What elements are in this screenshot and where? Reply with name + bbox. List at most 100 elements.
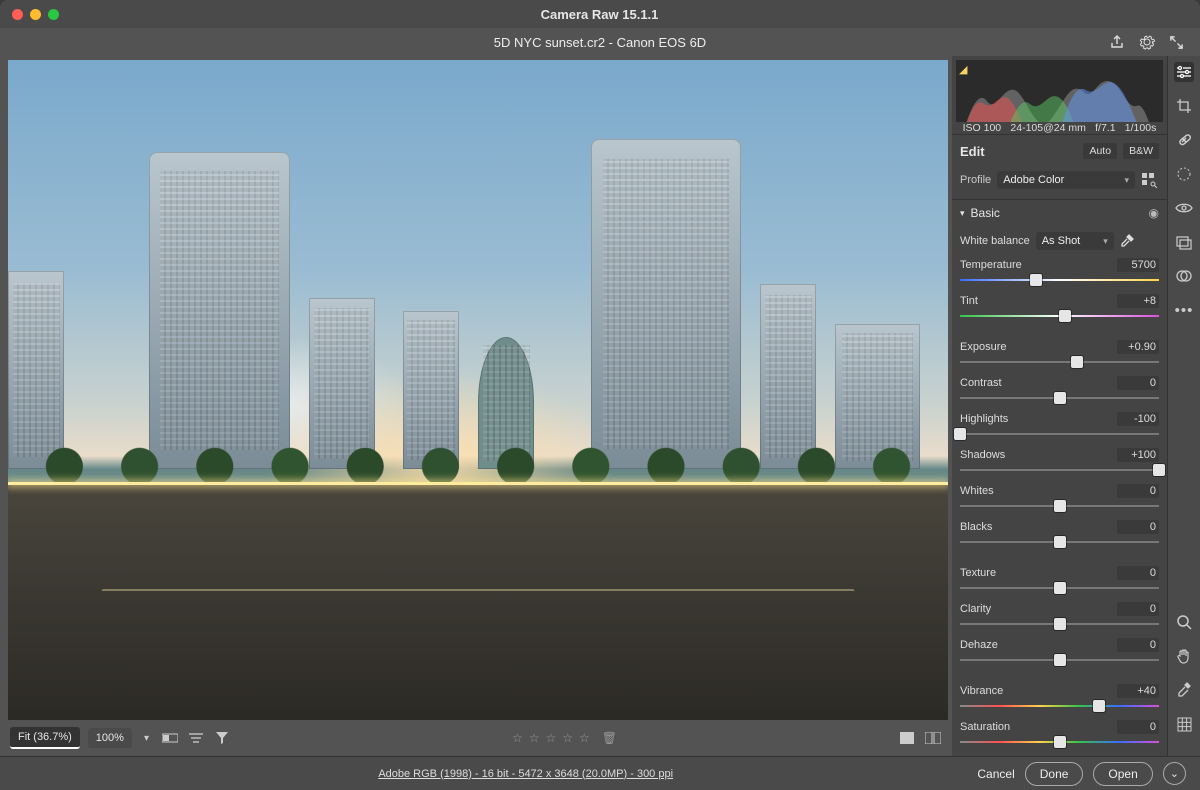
shadows-value[interactable]: +100 xyxy=(1117,448,1159,462)
fullscreen-icon[interactable] xyxy=(1169,35,1184,50)
minimize-window-button[interactable] xyxy=(30,9,41,20)
wb-value: As Shot xyxy=(1042,235,1081,247)
highlights-value[interactable]: -100 xyxy=(1117,412,1159,426)
profile-label: Profile xyxy=(960,174,991,186)
white-balance-row: White balance As Shot ▾ xyxy=(960,232,1159,250)
more-icon[interactable]: ••• xyxy=(1174,300,1194,320)
clarity-slider[interactable] xyxy=(960,618,1159,630)
exif-aperture: f/7.1 xyxy=(1095,122,1115,134)
dehaze-slider[interactable] xyxy=(960,654,1159,666)
presets-icon[interactable] xyxy=(1174,266,1194,286)
dehaze-value[interactable]: 0 xyxy=(1117,638,1159,652)
saturation-value[interactable]: 0 xyxy=(1117,720,1159,734)
contrast-slider[interactable] xyxy=(960,392,1159,404)
edit-header: Edit Auto B&W xyxy=(952,135,1167,167)
cancel-button[interactable]: Cancel xyxy=(977,767,1014,781)
star-icon[interactable]: ☆ xyxy=(545,731,556,745)
temperature-value[interactable]: 5700 xyxy=(1117,258,1159,272)
blacks-value[interactable]: 0 xyxy=(1117,520,1159,534)
saturation-slider[interactable] xyxy=(960,736,1159,748)
auto-button[interactable]: Auto xyxy=(1083,143,1117,159)
split-view-icon[interactable] xyxy=(924,729,942,747)
grid-overlay-icon[interactable] xyxy=(1174,714,1194,734)
zoom-100-button[interactable]: 100% xyxy=(88,728,132,748)
slider-blacks: Blacks0 xyxy=(960,520,1159,548)
profile-select[interactable]: Adobe Color ▾ xyxy=(997,171,1135,189)
rating-stars[interactable]: ☆ ☆ ☆ ☆ ☆ 🗑 xyxy=(239,731,890,745)
main-area: Fit (36.7%) 100% ▾ ☆ ☆ ☆ ☆ ☆ xyxy=(0,56,1200,756)
profile-browser-icon[interactable] xyxy=(1141,172,1159,188)
chevron-down-icon: ▾ xyxy=(1103,236,1108,247)
profile-value: Adobe Color xyxy=(1003,174,1064,186)
zoom-menu-chevron-icon[interactable]: ▾ xyxy=(140,733,153,744)
blacks-slider[interactable] xyxy=(960,536,1159,548)
highlights-slider[interactable] xyxy=(960,428,1159,440)
clarity-value[interactable]: 0 xyxy=(1117,602,1159,616)
visibility-toggle-icon[interactable]: ◉ xyxy=(1149,206,1159,220)
redeye-tool-icon[interactable] xyxy=(1174,198,1194,218)
wb-select[interactable]: As Shot ▾ xyxy=(1036,232,1114,250)
star-icon[interactable]: ☆ xyxy=(562,731,573,745)
basic-header[interactable]: ▾ Basic ◉ xyxy=(952,200,1167,226)
open-button[interactable]: Open xyxy=(1093,762,1152,786)
preview-toolbar: Fit (36.7%) 100% ▾ ☆ ☆ ☆ ☆ ☆ xyxy=(0,720,952,756)
slider-temperature: Temperature5700 xyxy=(960,258,1159,286)
done-button[interactable]: Done xyxy=(1025,762,1084,786)
basic-sliders[interactable]: White balance As Shot ▾ Temperature57 xyxy=(952,226,1167,756)
vibrance-slider[interactable] xyxy=(960,700,1159,712)
bw-button[interactable]: B&W xyxy=(1123,143,1159,159)
exif-lens: 24-105@24 mm xyxy=(1010,122,1085,134)
filter-icon[interactable] xyxy=(187,729,205,747)
compare-icon[interactable] xyxy=(161,729,179,747)
image-preview[interactable] xyxy=(8,60,948,720)
star-icon[interactable]: ☆ xyxy=(529,731,540,745)
edit-tool-icon[interactable] xyxy=(1174,62,1194,82)
zoom-tool-icon[interactable] xyxy=(1174,612,1194,632)
slider-clarity: Clarity0 xyxy=(960,602,1159,630)
histogram[interactable]: ◢ ◣ xyxy=(956,60,1163,122)
healing-tool-icon[interactable] xyxy=(1174,130,1194,150)
workflow-link[interactable]: Adobe RGB (1998) - 16 bit - 5472 x 3648 … xyxy=(74,768,977,780)
color-sampler-icon[interactable] xyxy=(1174,680,1194,700)
slider-vibrance: Vibrance+40 xyxy=(960,684,1159,712)
tint-value[interactable]: +8 xyxy=(1117,294,1159,308)
whites-value[interactable]: 0 xyxy=(1117,484,1159,498)
slider-highlights: Highlights-100 xyxy=(960,412,1159,440)
exposure-value[interactable]: +0.90 xyxy=(1117,340,1159,354)
shadows-slider[interactable] xyxy=(960,464,1159,476)
snapshots-icon[interactable] xyxy=(1174,232,1194,252)
temperature-slider[interactable] xyxy=(960,274,1159,286)
exif-iso: ISO 100 xyxy=(963,122,1002,134)
settings-icon[interactable] xyxy=(1139,34,1155,50)
trash-icon[interactable]: 🗑 xyxy=(602,731,617,745)
tint-slider[interactable] xyxy=(960,310,1159,322)
texture-value[interactable]: 0 xyxy=(1117,566,1159,580)
star-icon[interactable]: ☆ xyxy=(512,731,523,745)
file-header: 5D NYC sunset.cr2 - Canon EOS 6D xyxy=(0,28,1200,56)
single-view-icon[interactable] xyxy=(898,729,916,747)
star-icon[interactable]: ☆ xyxy=(579,731,590,745)
vibrance-value[interactable]: +40 xyxy=(1117,684,1159,698)
exposure-slider[interactable] xyxy=(960,356,1159,368)
crop-tool-icon[interactable] xyxy=(1174,96,1194,116)
funnel-icon[interactable] xyxy=(213,729,231,747)
basic-label: Basic xyxy=(971,206,1143,220)
slider-texture: Texture0 xyxy=(960,566,1159,594)
whites-slider[interactable] xyxy=(960,500,1159,512)
close-window-button[interactable] xyxy=(12,9,23,20)
maximize-window-button[interactable] xyxy=(48,9,59,20)
edit-panel: ◢ ◣ ISO 100 24-105@24 mm f/7.1 1/100s xyxy=(952,56,1168,756)
export-icon[interactable] xyxy=(1109,34,1125,50)
slider-tint: Tint+8 xyxy=(960,294,1159,322)
eyedropper-icon[interactable] xyxy=(1120,234,1134,248)
zoom-fit-button[interactable]: Fit (36.7%) xyxy=(10,727,80,749)
exif-shutter: 1/100s xyxy=(1125,122,1157,134)
preview-column: Fit (36.7%) 100% ▾ ☆ ☆ ☆ ☆ ☆ xyxy=(0,56,952,756)
texture-slider[interactable] xyxy=(960,582,1159,594)
tool-sidebar: ••• xyxy=(1168,56,1200,756)
contrast-value[interactable]: 0 xyxy=(1117,376,1159,390)
open-menu-chevron-icon[interactable]: ⌄ xyxy=(1163,762,1186,785)
hand-tool-icon[interactable] xyxy=(1174,646,1194,666)
bottom-bar: Adobe RGB (1998) - 16 bit - 5472 x 3648 … xyxy=(0,756,1200,790)
mask-tool-icon[interactable] xyxy=(1174,164,1194,184)
